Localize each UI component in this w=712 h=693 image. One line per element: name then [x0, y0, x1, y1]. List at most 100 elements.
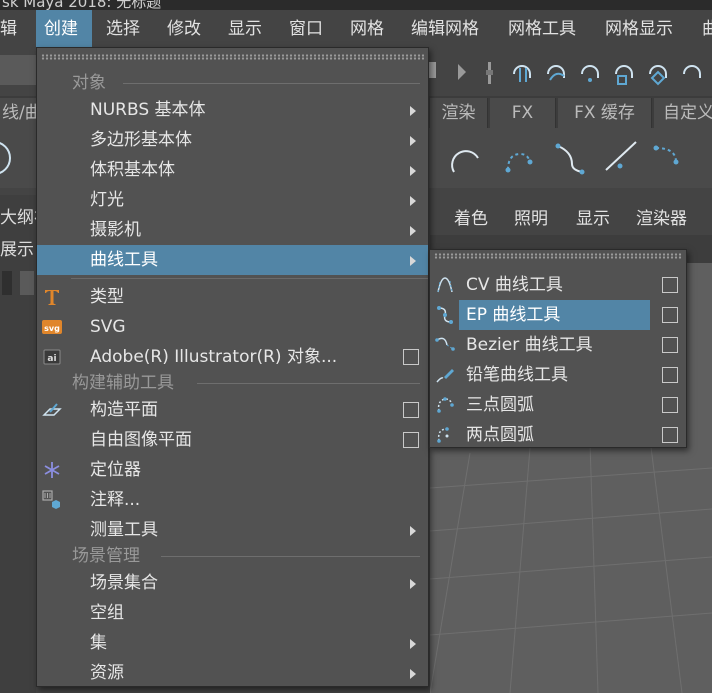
menu-item-type[interactable]: 类型	[37, 282, 428, 312]
title-bar: sk Maya 2018: 无标题	[0, 0, 712, 10]
option-box-icon[interactable]	[403, 349, 419, 365]
tab-fx[interactable]: FX	[490, 98, 556, 128]
window-title: sk Maya 2018: 无标题	[2, 0, 162, 10]
menu-item-sets[interactable]: 集	[37, 628, 428, 658]
viewport-menu-shading[interactable]: 着色	[454, 203, 488, 235]
option-box-icon[interactable]	[403, 402, 419, 418]
submenu-item-label: 两点圆弧	[466, 425, 534, 445]
menu-item-label: 摄影机	[90, 220, 141, 240]
ai-icon: ai	[43, 349, 61, 365]
submenu-item-two-point-arc[interactable]: 两点圆弧	[430, 420, 686, 450]
menu-item-measure-tools[interactable]: 测量工具	[37, 515, 428, 545]
svg-icon: svg	[42, 320, 62, 334]
submenu-arrow-icon	[410, 226, 416, 236]
submenu-arrow-icon	[410, 106, 416, 116]
menubar-windows[interactable]: 窗口	[289, 10, 323, 48]
section-scene-management: 场景管理	[37, 545, 428, 567]
menu-item-construction-plane[interactable]: 构造平面	[37, 395, 428, 425]
menu-item-volume-primitives[interactable]: 体积基本体	[37, 155, 428, 185]
ep-curve-icon	[437, 306, 453, 324]
menu-item-label: 多边形基本体	[90, 130, 192, 150]
option-box-icon[interactable]	[662, 367, 678, 383]
submenu-item-cv-curve-tool[interactable]: CV 曲线工具	[430, 270, 686, 300]
section-objects-label: 对象	[72, 73, 106, 93]
create-menu-tearoff[interactable]	[41, 54, 424, 60]
outliner-search-field[interactable]	[2, 271, 12, 295]
outliner-show-menu[interactable]: 展示	[0, 235, 34, 260]
menu-item-label: 构造平面	[90, 400, 158, 420]
annotation-icon	[42, 490, 60, 509]
menubar-mesh[interactable]: 网格	[350, 10, 384, 48]
menubar-edit[interactable]: 辑	[0, 10, 30, 48]
submenu-arrow-icon	[410, 136, 416, 146]
submenu-arrow-icon	[410, 579, 416, 589]
two-point-arc-icon	[437, 427, 449, 443]
menubar-create[interactable]: 创建	[36, 10, 92, 48]
option-box-icon[interactable]	[662, 307, 678, 323]
menubar-mesh-tools[interactable]: 网格工具	[508, 10, 576, 48]
circle-shelf-icon[interactable]	[0, 138, 20, 178]
menu-item-polygon-primitives[interactable]: 多边形基本体	[37, 125, 428, 155]
menu-item-nurbs-primitives[interactable]: NURBS 基本体	[37, 95, 428, 125]
submenu-item-bezier-curve-tool[interactable]: Bezier 曲线工具	[430, 330, 686, 360]
submenu-arrow-icon	[410, 639, 416, 649]
menu-item-label: SVG	[90, 317, 126, 337]
menu-item-svg[interactable]: svg SVG	[37, 312, 428, 342]
menu-item-scene-assembly[interactable]: 场景集合	[37, 568, 428, 598]
submenu-item-three-point-arc[interactable]: 三点圆弧	[430, 390, 686, 420]
menu-item-lights[interactable]: 灯光	[37, 185, 428, 215]
section-scene-management-label: 场景管理	[72, 546, 140, 566]
submenu-item-label: Bezier 曲线工具	[466, 335, 593, 355]
submenu-arrow-icon	[410, 166, 416, 176]
menubar-mesh-display[interactable]: 网格显示	[605, 10, 673, 48]
menu-item-annotation[interactable]: 注释...	[37, 485, 428, 515]
mode-field[interactable]	[0, 55, 38, 85]
type-t-icon	[45, 290, 59, 305]
submenu-item-ep-curve-tool[interactable]: EP 曲线工具	[430, 300, 686, 330]
locator-icon	[44, 462, 60, 478]
curve-shelf-icons[interactable]	[430, 136, 712, 180]
submenu-item-pencil-curve-tool[interactable]: 铅笔曲线工具	[430, 360, 686, 390]
viewport-menu-show[interactable]: 显示	[576, 203, 610, 235]
viewport-menu-renderer[interactable]: 渲染器	[636, 203, 687, 235]
menu-item-assets[interactable]: 资源	[37, 658, 428, 688]
menubar-display[interactable]: 显示	[228, 10, 262, 48]
menu-item-curve-tools[interactable]: 曲线工具	[37, 245, 428, 275]
menu-item-cameras[interactable]: 摄影机	[37, 215, 428, 245]
snap-tools-icons[interactable]	[428, 58, 712, 88]
viewport-menu-lighting[interactable]: 照明	[514, 203, 548, 235]
submenu-item-label: EP 曲线工具	[466, 305, 561, 325]
tab-custom[interactable]: 自定义	[654, 98, 712, 128]
menubar-edit-mesh[interactable]: 编辑网格	[411, 10, 479, 48]
submenu-item-label: 铅笔曲线工具	[466, 365, 568, 385]
curve-tools-submenu: CV 曲线工具 EP 曲线工具 Bezier 曲线工具 铅笔曲线工具 三点圆弧 …	[429, 249, 687, 448]
menu-item-label: 自由图像平面	[90, 430, 192, 450]
outliner-search-button[interactable]	[20, 271, 34, 295]
menubar-select[interactable]: 选择	[106, 10, 140, 48]
viewport-menubar: 着色 照明 显示 渲染器	[430, 203, 712, 235]
menu-item-label: 集	[90, 633, 107, 653]
menu-item-label: 定位器	[90, 460, 141, 480]
bezier-curve-icon	[435, 337, 455, 351]
menu-item-free-image-plane[interactable]: 自由图像平面	[37, 425, 428, 455]
submenu-tearoff[interactable]	[434, 253, 682, 259]
option-box-icon[interactable]	[403, 432, 419, 448]
menubar-curves[interactable]: 曲	[702, 10, 712, 48]
tab-fx-caching[interactable]: FX 缓存	[558, 98, 652, 128]
menu-item-label: 类型	[90, 287, 124, 307]
tab-rendering[interactable]: 渲染	[430, 98, 488, 128]
menu-item-empty-group[interactable]: 空组	[37, 598, 428, 628]
menu-item-label: 体积基本体	[90, 160, 175, 180]
menubar-modify[interactable]: 修改	[167, 10, 201, 48]
menu-item-adobe-illustrator[interactable]: ai Adobe(R) Illustrator(R) 对象...	[37, 342, 428, 372]
option-box-icon[interactable]	[662, 337, 678, 353]
svg-text:ai: ai	[47, 354, 56, 364]
option-box-icon[interactable]	[662, 277, 678, 293]
submenu-arrow-icon	[410, 669, 416, 679]
menu-item-label: 注释...	[90, 490, 141, 510]
option-box-icon[interactable]	[662, 427, 678, 443]
menu-item-label: NURBS 基本体	[90, 100, 206, 120]
option-box-icon[interactable]	[662, 397, 678, 413]
menu-item-label: Adobe(R) Illustrator(R) 对象...	[90, 347, 338, 367]
menu-item-locator[interactable]: 定位器	[37, 455, 428, 485]
